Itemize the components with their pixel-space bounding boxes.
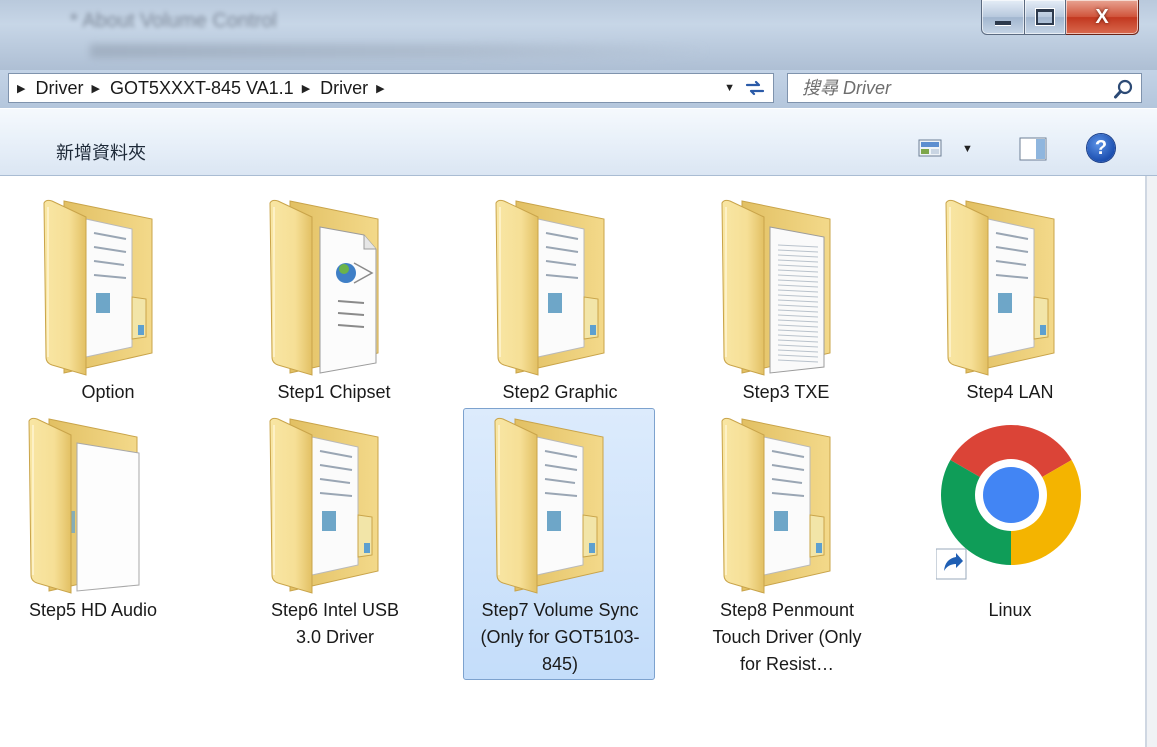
help-icon[interactable]: ? (1087, 134, 1115, 162)
window-title: * About Volume Control (70, 10, 277, 32)
folder-item-step8[interactable]: Step8 Penmount Touch Driver (Only for Re… (690, 408, 882, 708)
breadcrumb-item-end[interactable]: ▶ (368, 82, 394, 95)
title-bar[interactable]: * About Volume Control X (0, 0, 1157, 70)
chrome-shortcut-icon (936, 425, 1081, 580)
breadcrumb-arrow-icon[interactable]: ▶ (302, 82, 310, 95)
command-bar: 新增資料夾 ▼ ? (0, 108, 1157, 176)
item-label: Option (81, 382, 135, 402)
maximize-button[interactable] (1025, 0, 1066, 35)
close-icon: X (1095, 5, 1109, 28)
caption-buttons: X (981, 0, 1139, 35)
breadcrumb-label[interactable]: Driver (35, 78, 83, 99)
maximize-icon (1036, 9, 1054, 25)
folder-item-step5[interactable]: Step5 HD Audio (0, 408, 189, 678)
folder-icon (28, 417, 140, 594)
scrollbar[interactable] (1147, 176, 1157, 747)
item-label: Step6 Intel USB 3.0 Driver (270, 600, 400, 647)
new-folder-button[interactable]: 新增資料夾 (56, 139, 146, 165)
search-input[interactable] (802, 77, 1092, 99)
folder-icon (721, 199, 831, 376)
breadcrumb-item-1[interactable]: ▶ Driver (9, 78, 83, 99)
folder-icon (43, 199, 153, 376)
breadcrumb-item-2[interactable]: ▶ GOT5XXXT-845 VA1.1 (83, 78, 293, 99)
change-view-icon[interactable] (918, 139, 942, 157)
shortcut-item-linux[interactable]: Linux (914, 408, 1106, 678)
view-options-dropdown-icon[interactable]: ▼ (962, 143, 973, 155)
breadcrumb-label[interactable]: GOT5XXXT-845 VA1.1 (110, 78, 294, 99)
close-button[interactable]: X (1066, 0, 1139, 35)
breadcrumb-arrow-icon[interactable]: ▶ (376, 82, 384, 95)
folder-item-step7[interactable]: Step7 Volume Sync (Only for GOT5103-845) (463, 408, 655, 680)
item-label: Step1 Chipset (277, 382, 391, 402)
title-bar-blur (90, 44, 710, 58)
folder-icon (269, 199, 379, 376)
search-box[interactable] (787, 73, 1142, 103)
item-label: Linux (988, 600, 1032, 620)
search-icon[interactable] (1113, 78, 1135, 100)
folder-icon (495, 199, 605, 376)
file-list: Option Step1 Chipset Step2 Graphic Step3… (0, 176, 1145, 747)
folder-icon (945, 199, 1055, 376)
breadcrumb[interactable]: ▶ Driver ▶ GOT5XXXT-845 VA1.1 ▶ Driver ▶… (8, 73, 774, 103)
breadcrumb-label[interactable]: Driver (320, 78, 368, 99)
refresh-icon[interactable] (743, 77, 767, 99)
preview-pane-icon[interactable] (1019, 137, 1047, 161)
address-history-dropdown-icon[interactable]: ▼ (724, 82, 735, 94)
breadcrumb-item-3[interactable]: ▶ Driver (294, 78, 368, 99)
item-label: Step3 TXE (742, 382, 830, 402)
folder-icon (269, 417, 379, 594)
folder-icon (494, 417, 604, 594)
folder-icon (721, 417, 831, 594)
minimize-icon (995, 21, 1011, 25)
item-label: Step5 HD Audio (28, 600, 158, 620)
folder-item-step6[interactable]: Step6 Intel USB 3.0 Driver (238, 408, 430, 678)
address-bar: ▶ Driver ▶ GOT5XXXT-845 VA1.1 ▶ Driver ▶… (0, 70, 1157, 108)
breadcrumb-arrow-icon[interactable]: ▶ (17, 82, 25, 95)
item-label: Step4 LAN (966, 382, 1054, 402)
minimize-button[interactable] (981, 0, 1025, 35)
item-label: Step7 Volume Sync (Only for GOT5103-845) (480, 600, 640, 674)
item-label: Step8 Penmount Touch Driver (Only for Re… (712, 600, 862, 674)
breadcrumb-arrow-icon[interactable]: ▶ (91, 82, 99, 95)
item-label: Step2 Graphic (502, 382, 618, 402)
